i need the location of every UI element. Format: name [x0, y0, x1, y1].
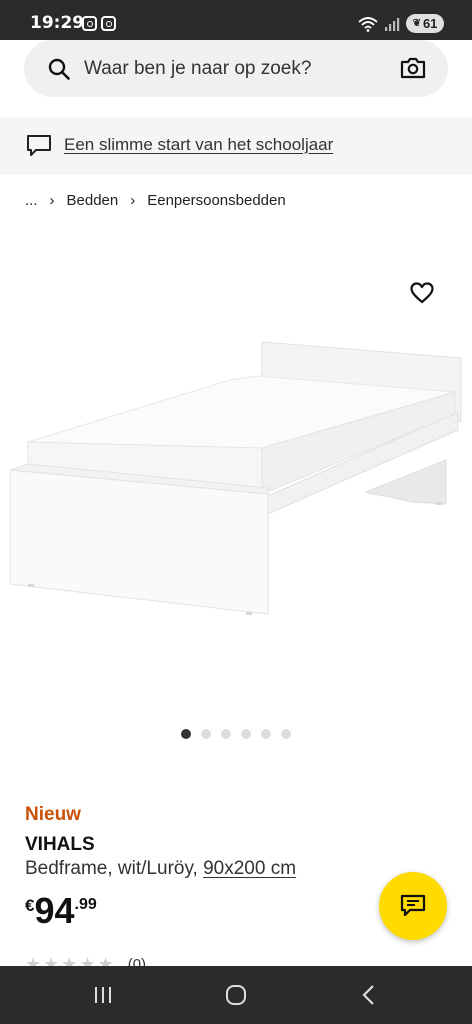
- battery-leaf-icon: ❦: [412, 18, 421, 29]
- recent-apps-icon: [95, 987, 111, 1003]
- system-navigation-bar: [0, 966, 472, 1024]
- carousel-dot[interactable]: [281, 729, 291, 739]
- camera-search-icon[interactable]: [400, 56, 426, 80]
- heart-favorite-icon[interactable]: [410, 282, 434, 304]
- search-input[interactable]: [84, 40, 384, 97]
- product-image-gallery[interactable]: [0, 232, 472, 712]
- search-header: [0, 40, 472, 112]
- breadcrumb-item-eenpersoonsbedden[interactable]: Eenpersoonsbedden: [147, 192, 285, 209]
- search-bar[interactable]: [24, 40, 448, 97]
- recent-apps-button[interactable]: [83, 980, 123, 1010]
- carousel-dot[interactable]: [201, 729, 211, 739]
- status-indicators: ❦ 61: [358, 14, 444, 33]
- product-name: VIHALS: [25, 834, 95, 855]
- back-button[interactable]: [348, 980, 388, 1010]
- new-label: Nieuw: [25, 804, 81, 825]
- back-icon: [362, 985, 374, 1005]
- battery-indicator: ❦ 61: [406, 14, 444, 33]
- carousel-dot[interactable]: [241, 729, 251, 739]
- status-time: 19:29: [30, 13, 85, 33]
- carousel-dot[interactable]: [181, 729, 191, 739]
- chat-bubble-icon: [27, 135, 51, 156]
- chat-icon: [400, 894, 426, 917]
- chevron-right-icon: ›: [130, 192, 136, 209]
- product-size-link[interactable]: 90x200 cm: [203, 858, 296, 879]
- chevron-right-icon: ›: [49, 192, 55, 209]
- product-type: Bedframe, wit/Luröy,: [25, 858, 204, 879]
- carousel-indicator: [0, 729, 472, 739]
- price-integer: 94: [34, 890, 75, 931]
- instagram-notification-icon: [101, 16, 116, 31]
- signal-icon: [385, 17, 400, 31]
- wifi-icon: [358, 16, 378, 32]
- home-icon: [226, 985, 246, 1005]
- carousel-dot[interactable]: [261, 729, 271, 739]
- price-decimal: .99: [74, 896, 97, 913]
- product-image-bed: [9, 341, 462, 615]
- breadcrumb-item-bedden[interactable]: Bedden: [67, 192, 119, 209]
- battery-level: 61: [422, 16, 438, 31]
- chat-button[interactable]: [379, 872, 447, 940]
- price-currency: €: [25, 896, 35, 915]
- instagram-notification-icon: [82, 16, 97, 31]
- search-icon: [48, 58, 70, 80]
- product-description: Bedframe, wit/Luröy, 90x200 cm: [25, 858, 296, 880]
- home-button[interactable]: [216, 980, 256, 1010]
- breadcrumb-ellipsis[interactable]: ...: [25, 192, 38, 209]
- promo-banner[interactable]: Een slimme start van het schooljaar: [0, 117, 472, 175]
- product-price: € 94 .99: [25, 890, 97, 932]
- carousel-dot[interactable]: [221, 729, 231, 739]
- breadcrumb: ... › Bedden › Eenpersoonsbedden: [25, 192, 286, 209]
- promo-link[interactable]: Een slimme start van het schooljaar: [64, 135, 333, 155]
